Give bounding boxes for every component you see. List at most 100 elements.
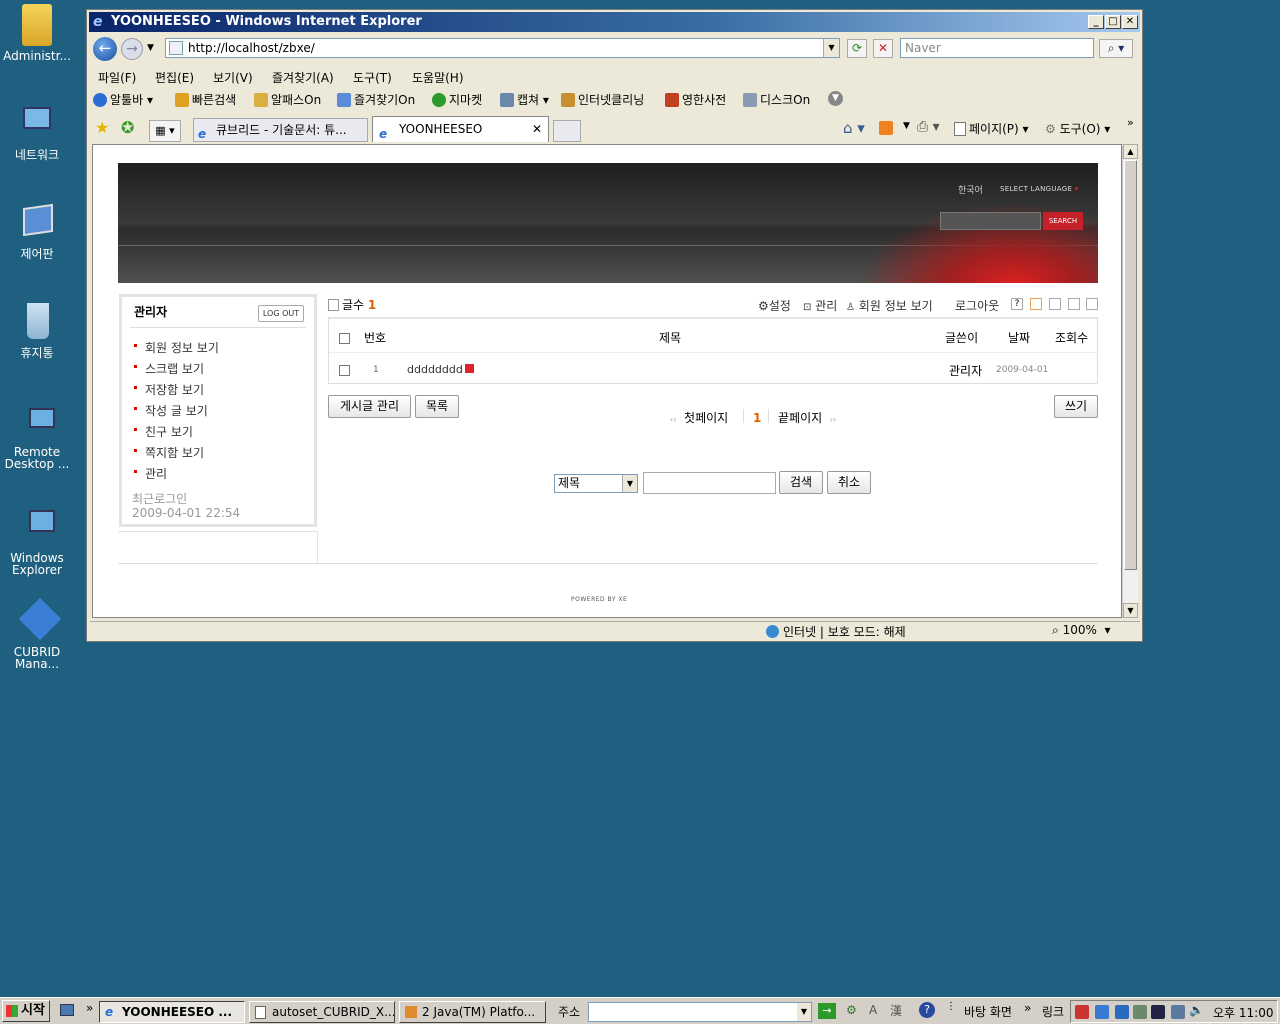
tray-clock[interactable]: 오후 11:00: [1213, 1004, 1273, 1021]
rss-icon[interactable]: [879, 121, 893, 135]
scroll-thumb[interactable]: [1124, 160, 1137, 570]
help-icon[interactable]: ?: [1011, 298, 1023, 310]
site-search-button[interactable]: SEARCH: [1043, 212, 1083, 230]
toolbar-altoolbar[interactable]: 알툴바 ▾: [93, 91, 153, 108]
stop-button[interactable]: ✕: [873, 39, 893, 58]
address-dropdown-icon[interactable]: ▼: [823, 39, 839, 57]
row-title-link[interactable]: dddddddd: [407, 363, 474, 376]
page-menu-button[interactable]: 페이지(P) ▾: [954, 120, 1029, 137]
board-logout-link[interactable]: 로그아웃: [955, 297, 999, 314]
webzine-view-icon[interactable]: [1068, 298, 1080, 310]
sidebar-link-scrap[interactable]: 스크랩 보기: [134, 360, 204, 377]
show-desktop-icon[interactable]: [60, 1004, 74, 1016]
menu-help[interactable]: 도움말(H): [412, 69, 464, 86]
sidebar-link-saved[interactable]: 저장함 보기: [134, 381, 204, 398]
zoom-control[interactable]: ⌕ 100% ▾: [1052, 623, 1111, 638]
task-java[interactable]: 2 Java(TM) Platfo...: [399, 1001, 546, 1023]
sidebar-link-member-info[interactable]: 회원 정보 보기: [134, 339, 219, 356]
board-member-info-link[interactable]: ♙ 회원 정보 보기: [846, 297, 933, 314]
search-field-select[interactable]: 제목 ▼: [554, 474, 638, 493]
search-icon[interactable]: ⌕ ▾: [1099, 39, 1133, 58]
taskbar-links-label[interactable]: 링크: [1042, 1003, 1064, 1020]
toolbar-internet-cleaning[interactable]: 인터넷클리닝: [561, 91, 644, 108]
sidebar-link-messages[interactable]: 쪽지함 보기: [134, 444, 204, 461]
tab-cubrid[interactable]: e 큐브리드 - 기술문서: 튜...: [193, 118, 368, 142]
row-author[interactable]: 관리자: [949, 362, 982, 379]
toolbar-capture[interactable]: 캡쳐 ▾: [500, 91, 549, 108]
row-checkbox[interactable]: [339, 365, 350, 376]
toolbar-favorites-on[interactable]: 즐겨찾기On: [337, 91, 415, 108]
home-icon[interactable]: ⌂ ▾: [843, 119, 865, 137]
sidebar-link-friends[interactable]: 친구 보기: [134, 423, 193, 440]
language-select[interactable]: SELECT LANGUAGE ▾: [1000, 185, 1079, 193]
write-button[interactable]: 쓰기: [1054, 395, 1098, 418]
add-favorite-icon[interactable]: ✪: [121, 118, 134, 137]
ime-a-icon[interactable]: A: [869, 1003, 877, 1017]
tray-cubrid-icon[interactable]: [1151, 1005, 1165, 1019]
tray-app-icon[interactable]: [1075, 1005, 1089, 1019]
list-button[interactable]: 목록: [415, 395, 459, 418]
desktop-icon-windows-explorer[interactable]: Windows Explorer: [0, 506, 74, 576]
quick-tabs-icon[interactable]: ▦ ▾: [149, 120, 181, 142]
maximize-button[interactable]: □: [1105, 15, 1121, 29]
desktop-icon-recycle-bin[interactable]: 휴지통: [0, 301, 74, 359]
back-button[interactable]: ←: [93, 37, 117, 61]
start-button[interactable]: 시작: [2, 1000, 50, 1022]
last-page-link[interactable]: 끝페이지 ››: [778, 409, 836, 426]
rss-small-icon[interactable]: [1030, 298, 1042, 310]
tray-security-icon[interactable]: [1133, 1005, 1147, 1019]
refresh-button[interactable]: ⟳: [847, 39, 867, 58]
taskbar-desktop-label[interactable]: 바탕 화면: [964, 1003, 1012, 1020]
tray-volume-icon[interactable]: 🔈: [1189, 1003, 1204, 1017]
desktop-icon-cubrid-manager[interactable]: CUBRID Mana...: [0, 597, 74, 670]
board-manage-link[interactable]: ⊡ 관리: [803, 297, 837, 314]
table-row[interactable]: 1 dddddddd 관리자 2009-04-01: [329, 354, 1097, 384]
cancel-search-button[interactable]: 취소: [827, 471, 871, 494]
menu-view[interactable]: 보기(V): [213, 69, 253, 86]
toolbar-quick-search[interactable]: 빠른검색: [175, 91, 236, 108]
board-setting-link[interactable]: ⚙설정: [758, 297, 791, 314]
board-search-button[interactable]: 검색: [779, 471, 823, 494]
menu-tools[interactable]: 도구(T): [353, 69, 392, 86]
manage-posts-button[interactable]: 게시글 관리: [328, 395, 411, 418]
language-current[interactable]: 한국어: [958, 183, 983, 196]
chevron-more-icon[interactable]: »: [1127, 116, 1134, 129]
desktop-icon-network[interactable]: 네트워크: [0, 103, 74, 161]
menu-favorites[interactable]: 즐겨찾기(A): [272, 69, 334, 86]
scroll-up-icon[interactable]: ▲: [1123, 144, 1138, 159]
gallery-view-icon[interactable]: [1086, 298, 1098, 310]
print-icon[interactable]: ⎙ ▾: [917, 119, 940, 135]
help-icon[interactable]: ?: [919, 1002, 935, 1018]
desktop-icon-remote-desktop[interactable]: Remote Desktop ...: [0, 400, 74, 470]
site-search-input[interactable]: [940, 212, 1041, 230]
first-page-link[interactable]: ‹‹ 첫페이지: [670, 409, 728, 426]
toolbar-more-icon[interactable]: ▼: [828, 91, 843, 106]
ime-hanja-icon[interactable]: 漢: [890, 1002, 902, 1019]
close-tab-icon[interactable]: ✕: [532, 117, 542, 141]
toolbar-grip-icon[interactable]: ⋮: [946, 1001, 956, 1012]
language-bar-icon[interactable]: ⚙: [846, 1003, 857, 1017]
close-window-button[interactable]: ✕: [1122, 15, 1138, 29]
toolbar-disk-on[interactable]: 디스크On: [743, 91, 810, 108]
tab-yoonheeseo[interactable]: e YOONHEESEO ✕: [372, 116, 549, 142]
tools-menu-button[interactable]: ⚙ 도구(O) ▾: [1045, 120, 1110, 137]
tray-network-icon[interactable]: [1095, 1005, 1109, 1019]
tray-tool-icon[interactable]: [1115, 1005, 1129, 1019]
address-bar[interactable]: http://localhost/zbxe/ ▼: [165, 38, 840, 58]
desktop-chevron-icon[interactable]: »: [1024, 1001, 1031, 1015]
taskbar-address-input[interactable]: ▼: [588, 1002, 812, 1022]
list-view-icon[interactable]: [1049, 298, 1061, 310]
footer-powered-by[interactable]: POWERED BY XE: [571, 596, 627, 603]
task-autoset[interactable]: autoset_CUBRID_X...: [249, 1001, 395, 1023]
task-ie[interactable]: e YOONHEESEO ...: [99, 1001, 245, 1023]
quicklaunch-chevron-icon[interactable]: »: [86, 1001, 93, 1015]
toolbar-alpass[interactable]: 알패스On: [254, 91, 321, 108]
minimize-button[interactable]: _: [1088, 15, 1104, 29]
scroll-down-icon[interactable]: ▼: [1123, 603, 1138, 618]
toolbar-gmarket[interactable]: 지마켓: [432, 91, 482, 108]
search-input[interactable]: Naver: [900, 38, 1094, 58]
toolbar-dictionary[interactable]: 영한사전: [665, 91, 726, 108]
tray-monitor-icon[interactable]: [1171, 1005, 1185, 1019]
desktop-icon-control-panel[interactable]: 제어판: [0, 202, 74, 260]
go-arrow-icon[interactable]: →: [818, 1003, 836, 1019]
